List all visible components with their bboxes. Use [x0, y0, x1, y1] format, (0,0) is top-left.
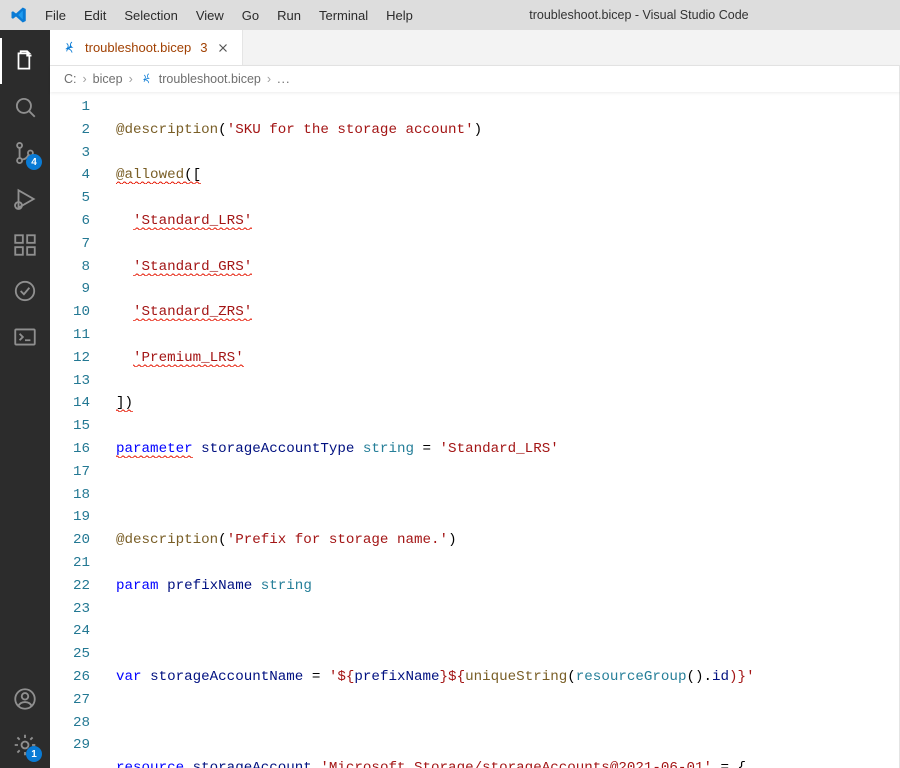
activity-extensions[interactable]	[0, 222, 50, 268]
breadcrumbs[interactable]: C: › bicep › troubleshoot.bicep › ...	[50, 66, 900, 92]
breadcrumb-seg[interactable]: bicep	[93, 72, 123, 86]
line-number-gutter: 1234567891011121314151617181920212223242…	[50, 92, 108, 768]
tab-problem-count: 3	[200, 40, 207, 55]
titlebar: File Edit Selection View Go Run Terminal…	[0, 0, 900, 30]
activity-search[interactable]	[0, 84, 50, 130]
manage-badge: 1	[26, 746, 42, 762]
window-title: troubleshoot.bicep - Visual Studio Code	[422, 8, 896, 22]
menu-selection[interactable]: Selection	[115, 4, 186, 27]
menu-edit[interactable]: Edit	[75, 4, 115, 27]
activity-testing[interactable]	[0, 268, 50, 314]
menu-view[interactable]: View	[187, 4, 233, 27]
activity-terminal-panel[interactable]	[0, 314, 50, 360]
activity-explorer[interactable]	[0, 38, 50, 84]
bicep-file-icon	[139, 71, 155, 87]
code-content[interactable]: @description('SKU for the storage accoun…	[108, 92, 900, 768]
chevron-right-icon: ›	[267, 72, 271, 86]
chevron-right-icon: ›	[83, 72, 87, 86]
editor-tabs: troubleshoot.bicep 3	[50, 30, 900, 66]
tab-close-icon[interactable]	[214, 39, 232, 57]
editor-region: troubleshoot.bicep 3 C: › bicep › troubl…	[50, 30, 900, 768]
menu-bar: File Edit Selection View Go Run Terminal…	[36, 4, 422, 27]
menu-file[interactable]: File	[36, 4, 75, 27]
menu-help[interactable]: Help	[377, 4, 422, 27]
activity-source-control[interactable]: 4	[0, 130, 50, 176]
tab-troubleshoot-bicep[interactable]: troubleshoot.bicep 3	[50, 30, 243, 65]
vscode-logo-icon	[8, 4, 30, 26]
activity-manage[interactable]: 1	[0, 722, 50, 768]
breadcrumb-seg[interactable]: C:	[64, 72, 77, 86]
activity-run-debug[interactable]	[0, 176, 50, 222]
breadcrumb-seg[interactable]: troubleshoot.bicep	[159, 72, 261, 86]
breadcrumb-ellipsis[interactable]: ...	[277, 72, 290, 86]
tab-label: troubleshoot.bicep	[85, 40, 191, 55]
activity-accounts[interactable]	[0, 676, 50, 722]
activity-bar: 4 1	[0, 30, 50, 768]
menu-terminal[interactable]: Terminal	[310, 4, 377, 27]
chevron-right-icon: ›	[129, 72, 133, 86]
code-editor[interactable]: 1234567891011121314151617181920212223242…	[50, 92, 900, 768]
scm-badge: 4	[26, 154, 42, 170]
main-region: 4 1 troubleshoot.bicep	[0, 30, 900, 768]
bicep-file-icon	[62, 40, 78, 56]
menu-go[interactable]: Go	[233, 4, 268, 27]
menu-run[interactable]: Run	[268, 4, 310, 27]
